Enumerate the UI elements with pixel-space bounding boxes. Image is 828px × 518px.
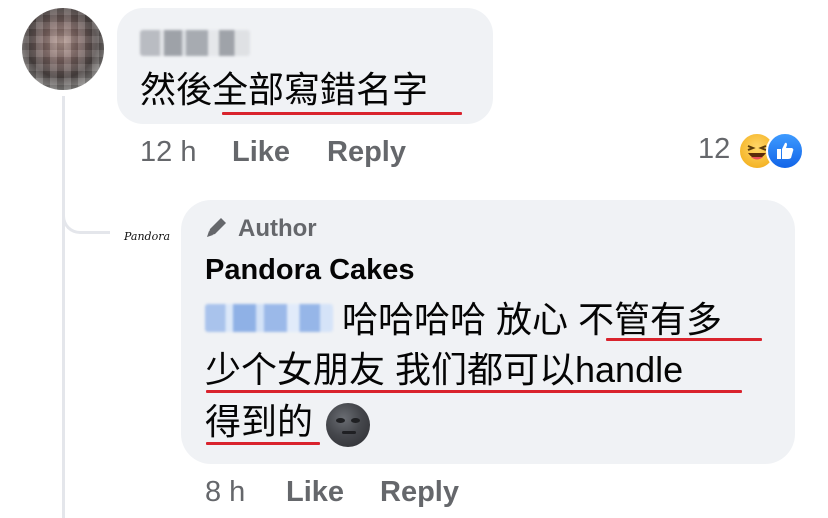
- annotation-underline: [206, 390, 742, 393]
- new-moon-face-emoji: [326, 403, 370, 447]
- author-badge-label: Author: [238, 215, 317, 242]
- reply-text-line3: 得到的: [205, 401, 314, 442]
- reply-like-button[interactable]: Like: [286, 476, 344, 509]
- like-icon: [766, 132, 804, 170]
- annotation-underline: [222, 112, 462, 115]
- annotation-underline: [206, 442, 320, 445]
- comment-timestamp[interactable]: 12 h: [140, 136, 196, 169]
- comment-text: 然後全部寫錯名字: [140, 69, 429, 110]
- reply-text-line1: 哈哈哈哈 放心 不管有多: [342, 299, 723, 340]
- like-button[interactable]: Like: [232, 136, 290, 169]
- reply-text-line2: 少个女朋友 我们都可以handle: [205, 349, 684, 390]
- reply-reply-button[interactable]: Reply: [380, 476, 459, 509]
- tagged-user-redacted[interactable]: [205, 304, 333, 332]
- reply-author-name[interactable]: Pandora Cakes: [205, 254, 415, 287]
- pencil-icon: [204, 214, 230, 245]
- page-avatar[interactable]: Pandora: [112, 218, 182, 254]
- reaction-count: 12: [698, 133, 731, 165]
- commenter-name-redacted[interactable]: [140, 30, 250, 56]
- reply-timestamp[interactable]: 8 h: [205, 476, 245, 509]
- annotation-underline: [606, 338, 762, 341]
- commenter-avatar[interactable]: [22, 8, 104, 90]
- author-badge: Author: [204, 214, 317, 244]
- thread-connector: [62, 196, 110, 234]
- thread-line: [62, 96, 65, 518]
- reply-button[interactable]: Reply: [327, 136, 406, 169]
